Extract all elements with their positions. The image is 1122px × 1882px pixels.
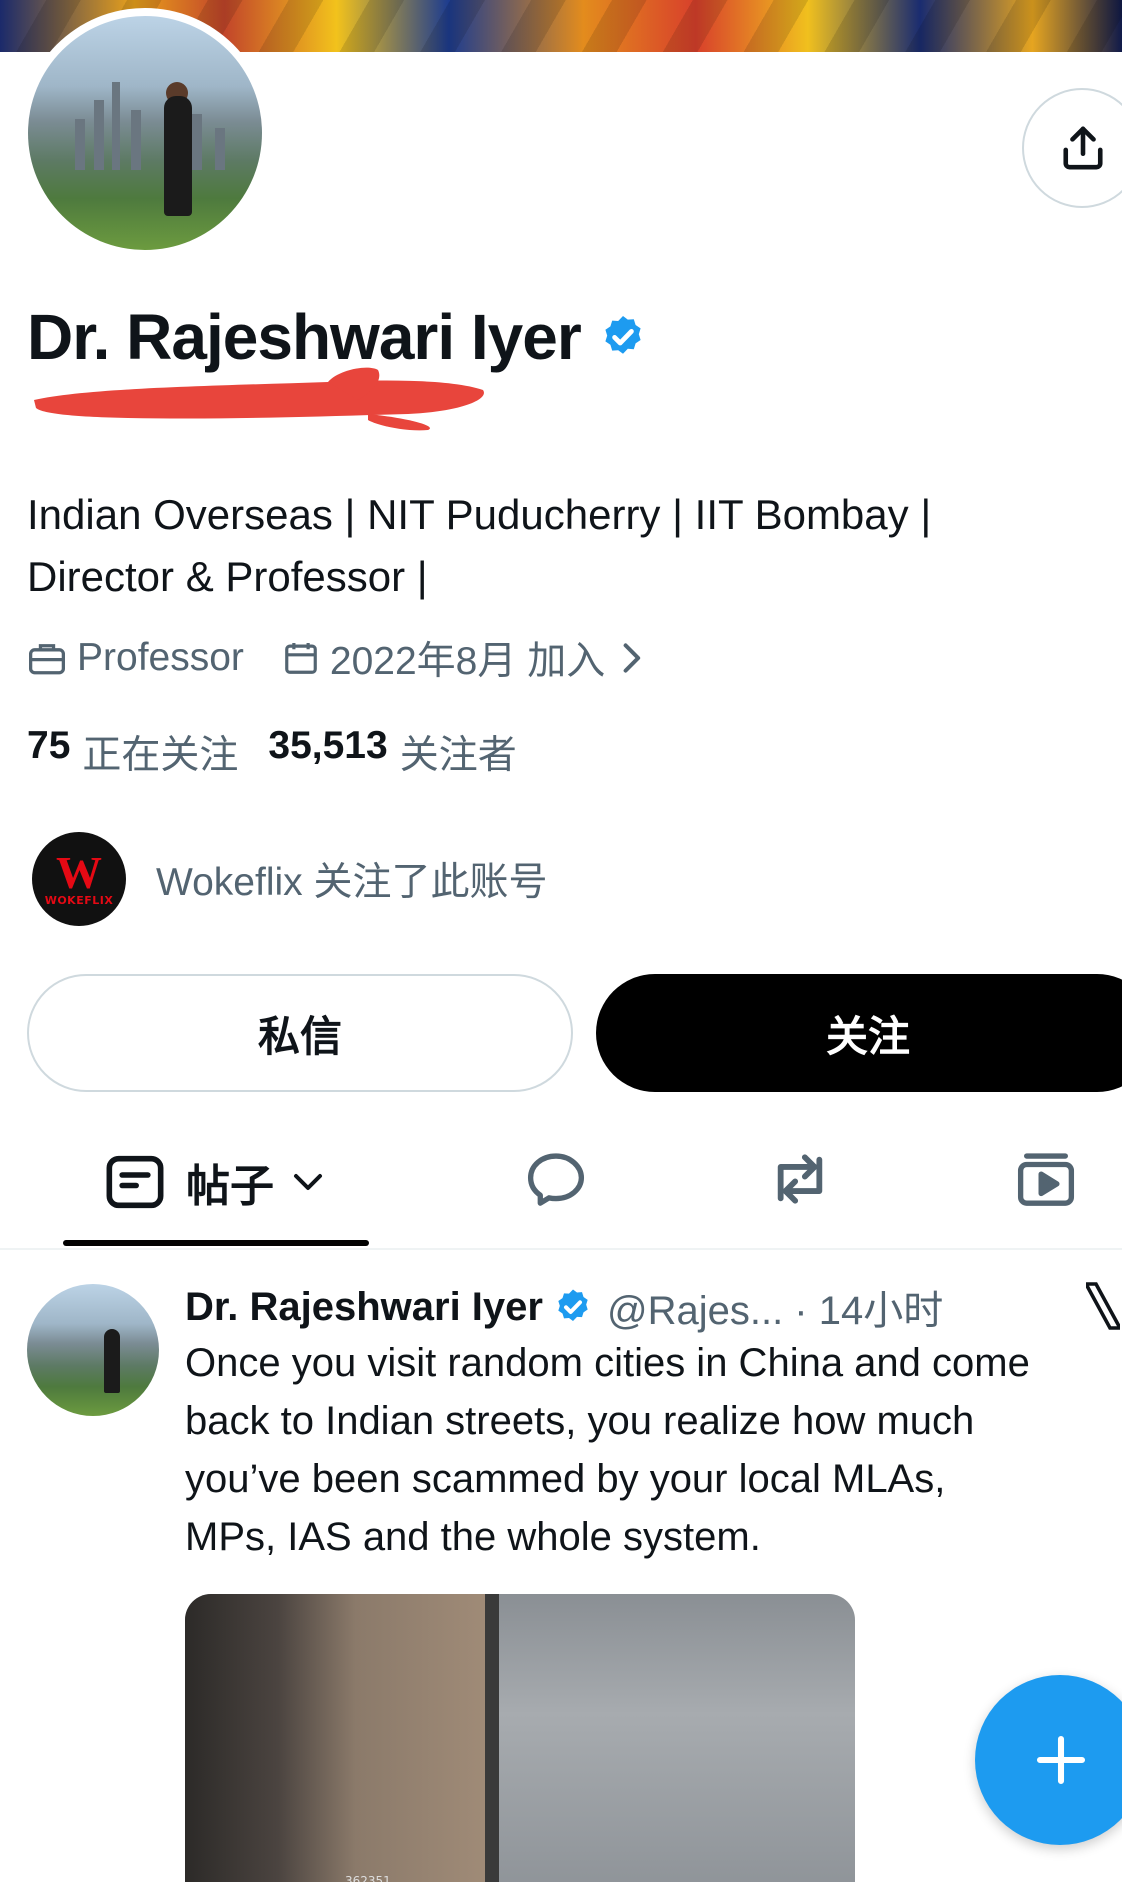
wokeflix-logo-letter: W <box>56 846 102 898</box>
reposts-tab-icon <box>777 1154 823 1204</box>
post-media-image[interactable]: 362351 <box>185 1594 855 1882</box>
profile-avatar[interactable] <box>20 8 270 258</box>
post-text-line: MPs, IAS and the whole system. <box>185 1515 761 1559</box>
wokeflix-logo-text: WOKEFLIX <box>44 893 114 907</box>
profile-bio: Indian Overseas | NIT Puducherry | IIT B… <box>27 484 1007 608</box>
verified-badge-icon <box>558 1289 588 1321</box>
followers-label[interactable]: 关注者 <box>400 724 517 780</box>
tab-posts[interactable]: 帖子 <box>104 1150 324 1214</box>
bio-line: Director & Professor | <box>27 553 428 600</box>
tab-replies[interactable] <box>524 1150 588 1208</box>
media-tab-icon <box>1017 1153 1075 1206</box>
compose-plus-icon <box>1036 1735 1086 1785</box>
briefcase-icon <box>29 644 65 675</box>
chevron-down-icon[interactable] <box>292 1172 324 1192</box>
wokeflix-avatar[interactable]: W WOKEFLIX <box>32 832 126 926</box>
share-button[interactable] <box>1022 88 1122 208</box>
bio-line: Indian Overseas | NIT Puducherry | IIT B… <box>27 491 932 538</box>
followed-by-row[interactable]: W WOKEFLIX Wokeflix 关注了此账号 <box>32 832 548 926</box>
profile-joined[interactable]: 2022年8月 加入 <box>282 630 653 686</box>
replies-tab-icon <box>527 1153 585 1206</box>
chevron-right-icon <box>623 643 641 673</box>
verified-badge-icon <box>605 316 641 354</box>
profile-tabs: 帖子 <box>0 1140 1122 1250</box>
post-text-line: back to Indian streets, you realize how … <box>185 1399 975 1443</box>
profile-meta: Professor 2022年8月 加入 <box>27 630 691 686</box>
posts-tab-icon <box>106 1155 164 1209</box>
following-count[interactable]: 75 <box>27 724 70 780</box>
followed-by-text: Wokeflix 关注了此账号 <box>156 861 548 904</box>
category-label: Professor <box>77 636 244 679</box>
x-logo-icon <box>1086 1282 1120 1330</box>
post-text-line: you’ve been scammed by your local MLAs, <box>185 1457 946 1501</box>
tab-reposts[interactable] <box>764 1150 836 1208</box>
post-header: Dr. Rajeshwari Iyer @Rajes... · 14小时 <box>185 1278 943 1336</box>
following-label[interactable]: 正在关注 <box>82 724 238 780</box>
handle-redaction-scribble <box>34 367 484 431</box>
followers-count[interactable]: 35,513 <box>268 724 387 780</box>
share-icon <box>1063 126 1103 170</box>
profile-category: Professor <box>27 636 244 680</box>
post-handle-time: @Rajes... · 14小时 <box>606 1289 944 1333</box>
follow-button[interactable]: 关注 <box>596 974 1122 1092</box>
active-tab-indicator <box>63 1240 369 1246</box>
calendar-icon <box>285 642 317 674</box>
tab-posts-label: 帖子 <box>186 1161 274 1212</box>
tab-media[interactable] <box>1014 1150 1078 1208</box>
message-button[interactable]: 私信 <box>27 974 573 1092</box>
media-sign-text: 362351 <box>345 1874 391 1882</box>
profile-stats: 75 正在关注 35,513 关注者 <box>27 724 547 780</box>
post-text: Once you visit random cities in China an… <box>185 1334 1122 1566</box>
joined-label: 2022年8月 加入 <box>329 640 606 683</box>
post-text-line: Once you visit random cities in China an… <box>185 1341 1030 1385</box>
compose-button[interactable] <box>975 1675 1122 1845</box>
post-author-name[interactable]: Dr. Rajeshwari Iyer <box>185 1285 543 1330</box>
post-author-avatar[interactable] <box>27 1284 159 1416</box>
